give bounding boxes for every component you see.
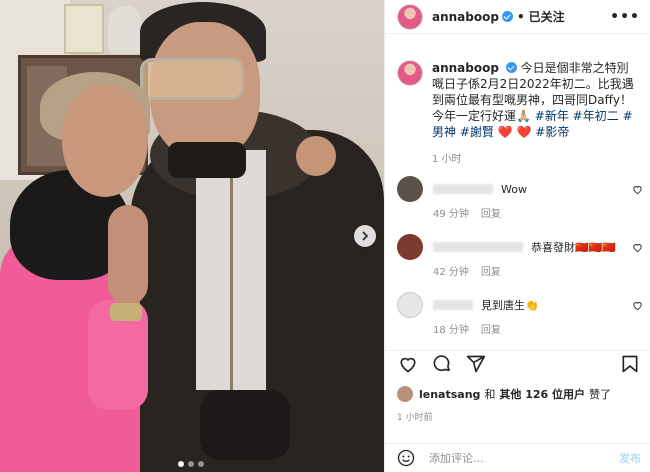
carousel-next-button[interactable] [354,225,376,247]
comment-age: 18 分钟 [433,325,469,336]
avatar[interactable] [397,3,423,30]
photo-woman-face [62,85,148,197]
photo-glove [200,390,290,460]
blurred-username[interactable] [433,300,473,310]
comment-item: Wow 49 分钟 回复 [397,176,643,220]
carousel-dot [178,461,184,467]
verified-badge-icon [501,11,513,22]
carousel-dot [198,461,204,467]
comment-button[interactable] [431,353,453,375]
photo-sunglasses [140,58,244,100]
comment-icon [433,354,450,371]
likes-suffix: 赞了 [589,388,612,401]
caption-avatar[interactable] [397,60,423,86]
reply-button[interactable]: 回复 [481,267,501,278]
comment-text: Wow [501,182,527,196]
hashtag-link[interactable]: #影帝 [535,125,569,139]
post-header: annaboop • 已关注 ••• [385,0,650,34]
post-photo[interactable] [0,0,384,472]
comment-age: 42 分钟 [433,267,469,278]
action-bar [385,350,650,376]
carousel-dots [178,461,204,467]
likes-count-link[interactable]: 其他 126 位用户 [499,386,585,402]
post-sidebar: annaboop • 已关注 ••• annaboop 今日是個非常之特別嘅日子… [384,0,650,472]
caption: annaboop 今日是個非常之特別嘅日子係2月2日2022年初二。比我遇到兩位… [385,34,650,140]
photo-watch [110,303,142,321]
comment-input[interactable] [429,451,619,465]
heart-icon[interactable] [632,300,643,311]
save-button[interactable] [619,353,641,375]
blurred-username[interactable] [433,242,523,252]
more-options-icon[interactable]: ••• [610,9,640,25]
caption-hearts: ❤️ ❤️ [497,125,532,139]
likes-summary: lenatsang 和 其他 126 位用户 赞了 [397,386,611,402]
hashtag-link[interactable]: #新年 [535,109,569,123]
comment-composer: 发布 [385,443,650,472]
comment-text: 恭喜發財🇨🇳🇨🇳🇨🇳 [531,241,617,254]
post-timestamp[interactable]: 1 小时前 [397,410,433,423]
comment-age: 49 分钟 [433,209,469,220]
caption-username[interactable]: annaboop [432,61,499,75]
reply-button[interactable]: 回复 [481,209,501,220]
header-username[interactable]: annaboop [432,10,499,24]
heart-icon[interactable] [632,184,643,195]
comment-item: 恭喜發財🇨🇳🇨🇳🇨🇳 42 分钟 回复 [397,234,643,278]
comment-avatar[interactable] [397,176,423,202]
comment-item: 見到唐生👏 18 分钟 回复 [397,292,643,336]
liker-username[interactable]: lenatsang [419,388,480,401]
carousel-dot [188,461,194,467]
like-button[interactable] [397,353,419,375]
photo-hand [296,136,336,176]
caption-body: annaboop 今日是個非常之特別嘅日子係2月2日2022年初二。比我遇到兩位… [432,60,640,140]
photo-mask [168,142,246,178]
hashtag-link[interactable]: #謝賢 [460,125,494,139]
follow-status-button[interactable]: 已关注 [529,8,565,25]
likes-connector: 和 [484,388,496,401]
comment-avatar[interactable] [397,234,423,260]
photo-frame [64,4,104,54]
share-icon [466,355,486,372]
verified-badge-icon [505,62,517,73]
reply-button[interactable]: 回复 [481,325,501,336]
share-button[interactable] [465,353,487,375]
heart-icon [400,357,416,372]
heart-icon[interactable] [632,242,643,253]
emoji-icon[interactable] [397,449,415,467]
comment-avatar[interactable] [397,292,423,318]
photo-vase [108,6,142,54]
post-comment-button[interactable]: 发布 [619,450,641,466]
photo-zipper [230,160,233,390]
caption-time: 1 小时 [432,154,462,165]
chevron-right-icon [362,231,369,241]
blurred-username[interactable] [433,184,493,194]
photo-woman-hand [108,205,148,305]
bookmark-icon [622,355,638,372]
avatar[interactable] [397,386,413,402]
header-separator: • [516,9,525,24]
hashtag-link[interactable]: #年初二 [573,109,619,123]
comment-text: 見到唐生👏 [481,299,539,312]
